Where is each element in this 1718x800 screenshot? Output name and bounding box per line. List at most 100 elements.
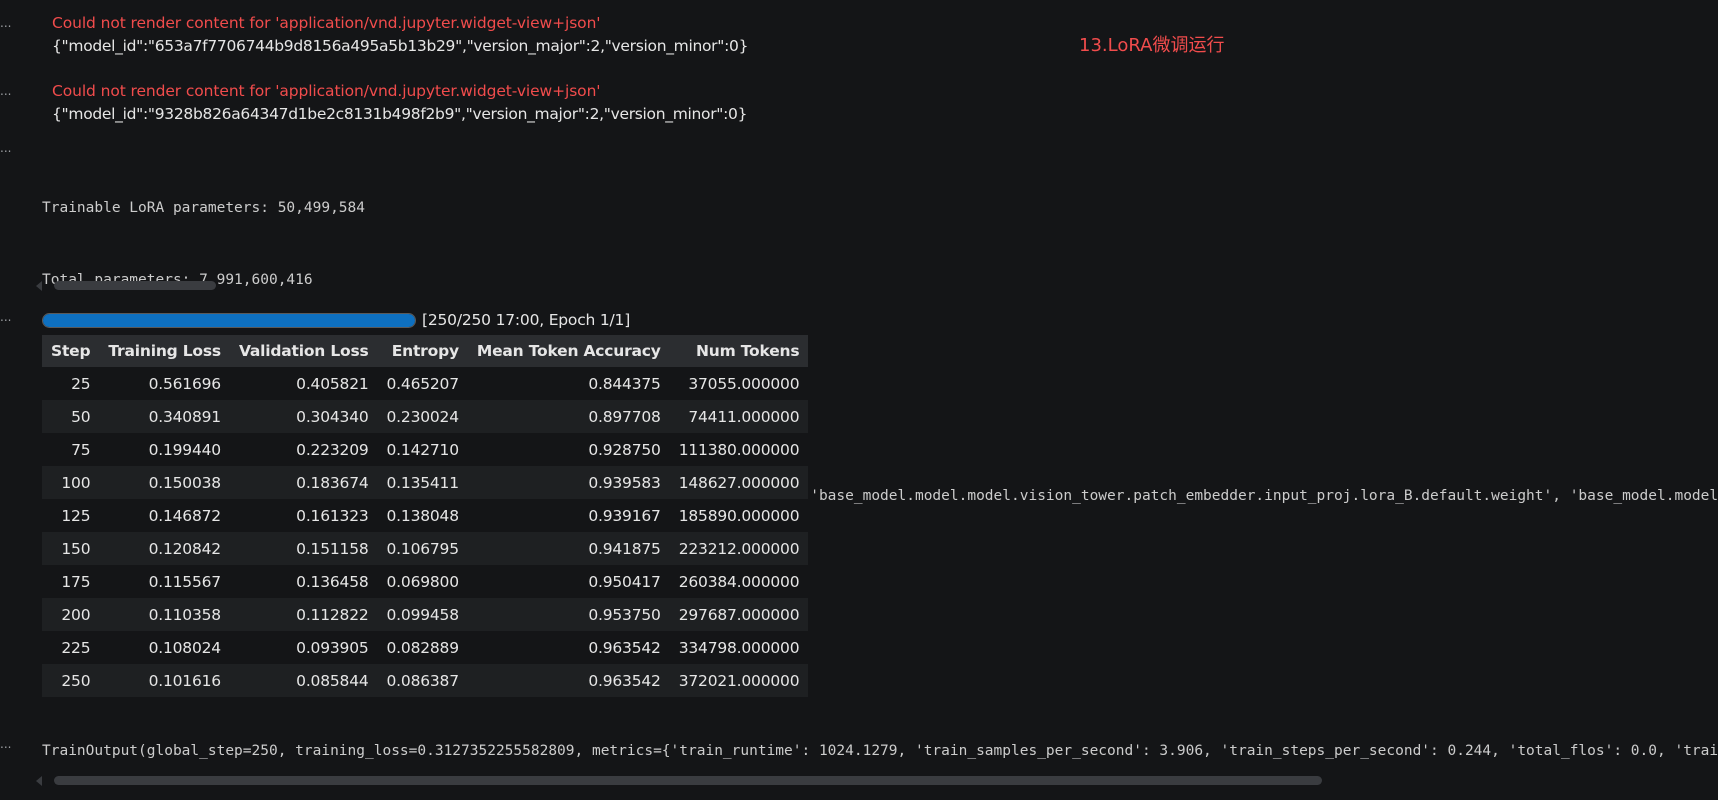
cell-mean-token-accuracy: 0.897708: [467, 400, 670, 433]
cell-training-loss: 0.199440: [99, 433, 230, 466]
output-menu-icon[interactable]: ...: [0, 85, 14, 97]
cell-step: 150: [42, 532, 100, 565]
cell-entropy: 0.138048: [377, 499, 468, 532]
cell-num-tokens: 223212.000000: [669, 532, 809, 565]
table-row: 125 0.146872 0.161323 0.138048 0.939167 18589…: [42, 499, 809, 532]
training-progress-bar: [42, 313, 416, 328]
cell-entropy: 0.069800: [377, 565, 468, 598]
cell-training-loss: 0.120842: [99, 532, 230, 565]
cell-entropy: 0.082889: [377, 631, 468, 664]
cell-validation-loss: 0.085844: [229, 664, 378, 697]
scrollbar-thumb[interactable]: [54, 776, 1322, 785]
cell-mean-token-accuracy: 0.963542: [467, 664, 670, 697]
output-menu-icon[interactable]: ...: [0, 311, 14, 323]
widget-json: {"model_id":"9328b826a64347d1be2c8131b49…: [52, 105, 748, 123]
cell-validation-loss: 0.304340: [229, 400, 378, 433]
cell-mean-token-accuracy: 0.928750: [467, 433, 670, 466]
cell-mean-token-accuracy: 0.939583: [467, 466, 670, 499]
cell-entropy: 0.135411: [377, 466, 468, 499]
cell-num-tokens: 148627.000000: [669, 466, 809, 499]
cell-mean-token-accuracy: 0.963542: [467, 631, 670, 664]
cell-entropy: 0.086387: [377, 664, 468, 697]
cell-mean-token-accuracy: 0.953750: [467, 598, 670, 631]
cell-entropy: 0.142710: [377, 433, 468, 466]
cell-mean-token-accuracy: 0.950417: [467, 565, 670, 598]
header-training-loss: Training Loss: [99, 335, 230, 367]
widget-render-error: Could not render content for 'applicatio…: [52, 82, 601, 100]
cell-training-loss: 0.108024: [99, 631, 230, 664]
cell-num-tokens: 111380.000000: [669, 433, 809, 466]
output-menu-icon[interactable]: ...: [0, 142, 14, 154]
scrollbar-thumb[interactable]: [54, 281, 216, 290]
cell-entropy: 0.099458: [377, 598, 468, 631]
cell-entropy: 0.230024: [377, 400, 468, 433]
table-row: 200 0.110358 0.112822 0.099458 0.953750 29768…: [42, 598, 809, 631]
scroll-left-arrow-icon[interactable]: [36, 281, 42, 291]
table-row: 75 0.199440 0.223209 0.142710 0.928750 111380…: [42, 433, 809, 466]
progress-text: [250/250 17:00, Epoch 1/1]: [422, 311, 631, 329]
widget-render-error: Could not render content for 'applicatio…: [52, 14, 601, 32]
cell-step: 25: [42, 367, 100, 400]
cell-num-tokens: 297687.000000: [669, 598, 809, 631]
widget-json: {"model_id":"653a7f7706744b9d8156a495a5b…: [52, 37, 749, 55]
cell-mean-token-accuracy: 0.941875: [467, 532, 670, 565]
table-row: 150 0.120842 0.151158 0.106795 0.941875 22321…: [42, 532, 809, 565]
cell-step: 225: [42, 631, 100, 664]
header-mean-token-accuracy: Mean Token Accuracy: [467, 335, 670, 367]
cell-mean-token-accuracy: 0.844375: [467, 367, 670, 400]
cell-training-loss: 0.340891: [99, 400, 230, 433]
cell-training-loss: 0.110358: [99, 598, 230, 631]
train-output-line: TrainOutput(global_step=250, training_lo…: [42, 743, 1718, 759]
cell-num-tokens: 372021.000000: [669, 664, 809, 697]
cell-validation-loss: 0.093905: [229, 631, 378, 664]
cell-validation-loss: 0.136458: [229, 565, 378, 598]
step-annotation: 13.LoRA微调运行: [1079, 35, 1225, 56]
cell-mean-token-accuracy: 0.939167: [467, 499, 670, 532]
cell-num-tokens: 37055.000000: [669, 367, 809, 400]
table-row: 100 0.150038 0.183674 0.135411 0.939583 14862…: [42, 466, 809, 499]
cell-training-loss: 0.115567: [99, 565, 230, 598]
cell-training-loss: 0.150038: [99, 466, 230, 499]
cell-entropy: 0.465207: [377, 367, 468, 400]
cell-step: 175: [42, 565, 100, 598]
total-params-line: Total parameters: 7,991,600,416: [42, 272, 313, 288]
cell-step: 125: [42, 499, 100, 532]
trainable-params-line: Trainable LoRA parameters: 50,499,584: [42, 200, 366, 216]
table-header-row: Step Training Loss Validation Loss Entro…: [42, 335, 809, 367]
header-entropy: Entropy: [377, 335, 468, 367]
table-row: 250 0.101616 0.085844 0.086387 0.963542 37202…: [42, 664, 809, 697]
cell-step: 100: [42, 466, 100, 499]
header-num-tokens: Num Tokens: [669, 335, 809, 367]
training-metrics-table: Step Training Loss Validation Loss Entro…: [42, 335, 809, 697]
cell-step: 250: [42, 664, 100, 697]
table-row: 225 0.108024 0.093905 0.082889 0.963542 33479…: [42, 631, 809, 664]
horizontal-scrollbar[interactable]: [36, 281, 256, 291]
cell-validation-loss: 0.223209: [229, 433, 378, 466]
cell-training-loss: 0.146872: [99, 499, 230, 532]
cell-num-tokens: 260384.000000: [669, 565, 809, 598]
cell-training-loss: 0.561696: [99, 367, 230, 400]
cell-validation-loss: 0.405821: [229, 367, 378, 400]
scroll-left-arrow-icon[interactable]: [36, 776, 42, 786]
cell-num-tokens: 185890.000000: [669, 499, 809, 532]
cell-validation-loss: 0.161323: [229, 499, 378, 532]
cell-validation-loss: 0.112822: [229, 598, 378, 631]
cell-step: 200: [42, 598, 100, 631]
cell-validation-loss: 0.151158: [229, 532, 378, 565]
table-row: 25 0.561696 0.405821 0.465207 0.844375 37055.…: [42, 367, 809, 400]
cell-num-tokens: 334798.000000: [669, 631, 809, 664]
table-row: 50 0.340891 0.304340 0.230024 0.897708 74411.…: [42, 400, 809, 433]
progress-fill: [43, 314, 415, 327]
cell-step: 50: [42, 400, 100, 433]
output-menu-icon[interactable]: ...: [0, 738, 14, 750]
cell-step: 75: [42, 433, 100, 466]
output-menu-icon[interactable]: ...: [0, 17, 14, 29]
table-row: 175 0.115567 0.136458 0.069800 0.950417 26038…: [42, 565, 809, 598]
cell-validation-loss: 0.183674: [229, 466, 378, 499]
horizontal-scrollbar[interactable]: [36, 776, 1326, 786]
cell-num-tokens: 74411.000000: [669, 400, 809, 433]
cell-training-loss: 0.101616: [99, 664, 230, 697]
cell-entropy: 0.106795: [377, 532, 468, 565]
header-step: Step: [42, 335, 100, 367]
header-validation-loss: Validation Loss: [229, 335, 378, 367]
